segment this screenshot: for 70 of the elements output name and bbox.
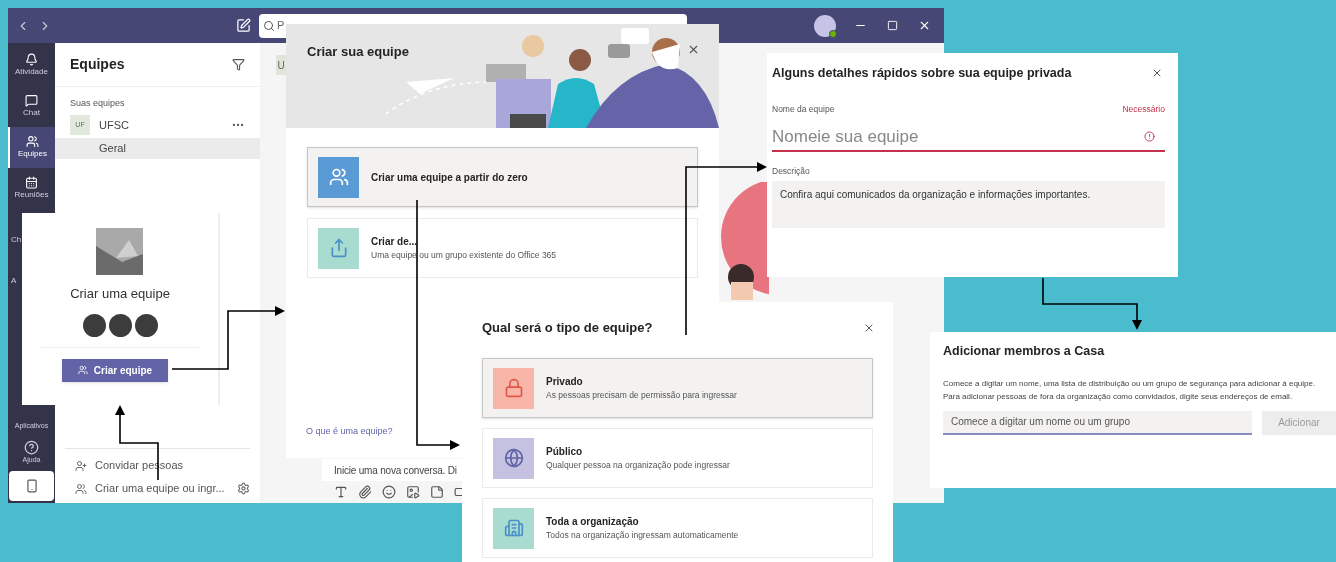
rail-item[interactable]: Atividade [8,45,55,86]
close-icon[interactable] [918,19,931,32]
avatar-icon [108,313,132,337]
emoji-icon[interactable] [382,485,396,499]
settings-icon[interactable] [237,482,250,495]
option-card[interactable]: Público Qualquer pessoa na organização pode ingressar [482,428,873,488]
dialog-title: Qual será o tipo de equipe? [482,319,653,338]
rail-item[interactable]: A [11,275,17,287]
required-label: Necessário [1122,102,1165,116]
format-icon[interactable] [334,485,348,499]
attach-icon[interactable] [358,485,372,499]
instructions-text: Comece a digitar um nome, uma lista de distribuição ou um grupo de segurança para adicionar à equipe. Para adicionar pessoas de fora da organização como convidados, digite seus endereços de email. [943,377,1317,403]
rail-icon [25,176,38,189]
create-join-link[interactable]: Criar uma equipe ou ingr... [95,480,229,497]
lock-icon [493,367,534,409]
option-description: Todos na organização ingressam automaticamente [546,529,739,542]
option-description: As pessoas precisam de permissão para ingressar [546,389,737,402]
building-icon [493,507,534,549]
option-title: Toda a organização [546,515,640,530]
sidebar-title: Equipes [70,55,125,74]
team-name-field[interactable]: Nomeie sua equipe [772,123,1165,152]
share-icon [318,227,359,269]
rail-item[interactable]: Reuniões [8,168,55,209]
rail-icon [26,135,39,148]
avatar-icon [82,313,106,337]
option-card[interactable]: Criar uma equipe a partir do zero [307,147,698,207]
option-description: Qualquer pessoa na organização pode ingressar [546,459,730,472]
option-card[interactable]: Toda a organização Todos na organização ingressam automaticamente [482,498,873,558]
dialog-title: Criar sua equipe [307,43,409,61]
rail-icon [25,53,38,66]
team-name[interactable]: UFSC [99,116,231,134]
team-add-icon [75,482,87,495]
rail-item[interactable]: Equipes [8,127,55,168]
rail-item[interactable]: Chat [8,86,55,127]
field-label: Descrição [772,164,811,178]
close-icon[interactable] [687,43,700,56]
channel-item[interactable]: Geral [55,137,260,159]
rail-item[interactable]: Ch [11,234,22,246]
globe-icon [493,437,534,479]
team-add-icon [77,365,88,375]
avatar-icon [134,313,158,337]
rail-icon [25,94,38,107]
channel-tab[interactable]: U [276,55,286,75]
option-card[interactable]: Privado As pessoas precisam de permissão para ingressar [482,358,873,418]
card-title: Criar uma equipe [70,285,170,303]
team-icon [318,156,359,198]
option-title: Público [546,445,584,460]
close-icon[interactable] [863,322,875,334]
phone-icon [24,479,39,493]
warning-icon [1144,131,1155,142]
dialog-title: Alguns detalhes rápidos sobre sua equipe privada [772,65,1072,82]
description-field[interactable]: Confira aqui comunicados da organização e informações importantes. [772,181,1165,229]
mobile-button[interactable] [9,471,54,501]
search-icon [263,19,275,32]
invite-icon [75,459,87,472]
compose-icon[interactable] [236,18,251,33]
section-label: Suas equipes [69,97,126,110]
compose-field[interactable]: Inicie uma nova conversa. Di [322,459,462,481]
option-title: Criar uma equipe a partir do zero [371,170,528,185]
sticker-icon[interactable] [430,485,444,499]
avatar-icon[interactable] [814,14,836,37]
member-search-field[interactable]: Comece a digitar um nome ou um grupo [943,410,1252,435]
image-placeholder-icon [95,228,143,275]
filter-icon[interactable] [232,58,245,71]
field-label: Nome da equipe [772,102,835,116]
dialog-title: Adicionar membros a Casa [943,343,1106,360]
option-title: Privado [546,375,584,390]
help-icon [24,439,39,455]
create-team-button[interactable]: Criar equipe [62,358,168,382]
maximize-icon[interactable] [887,20,898,31]
